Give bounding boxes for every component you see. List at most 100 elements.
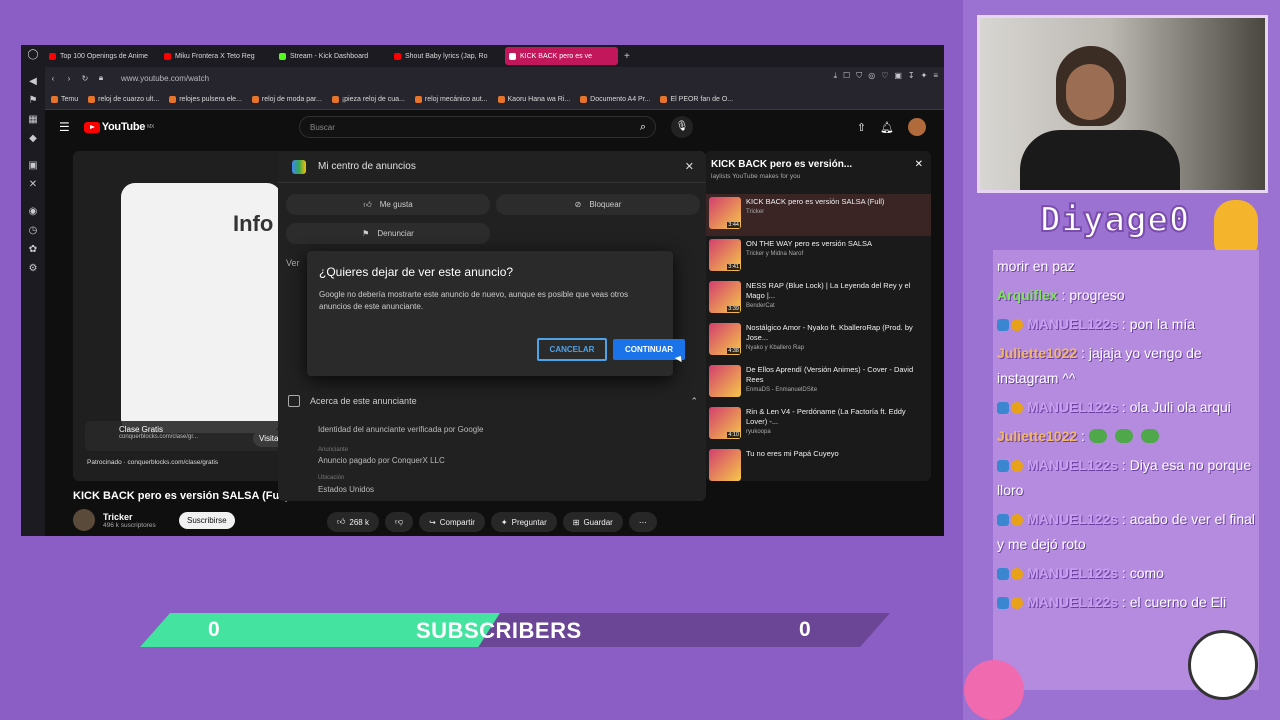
back-button-icon[interactable]: ‹ — [45, 74, 61, 83]
chat-username[interactable]: MANUEL122s — [1027, 316, 1118, 332]
reload-icon[interactable]: ↻ — [77, 74, 93, 83]
search-input[interactable]: Buscar — [299, 116, 656, 138]
bookmark-label: reloj mecánico aut... — [424, 95, 488, 103]
block-ad-button[interactable]: ⊘ Bloquear — [496, 194, 700, 215]
settings-icon[interactable]: ⚙ — [21, 259, 45, 278]
sponsored-label: Patrocinado · conquerblocks.com/clase/gr… — [87, 459, 219, 466]
chat-username[interactable]: MANUEL122s — [1027, 457, 1118, 473]
save-button[interactable]: ⊞ Guardar — [562, 512, 623, 532]
playlist-item[interactable]: 3:44 KICK BACK pero es versión SALSA (Ful… — [705, 194, 931, 236]
menu-icon[interactable]: ≡ — [933, 71, 938, 81]
duration-badge: 3:41 — [727, 264, 740, 270]
playlist-item[interactable]: Tu no eres mi Papá Cuyeyo — [705, 446, 931, 481]
subscribe-button[interactable]: Suscribirse — [179, 512, 235, 529]
location-label: Ubicación — [318, 475, 345, 481]
playlist-item-title: KICK BACK pero es versión SALSA (Full) — [746, 197, 885, 206]
ai-icon[interactable]: ✦ — [921, 71, 928, 81]
bell-icon[interactable]: 🔔︎ — [880, 121, 894, 134]
bookmark-item[interactable]: El PEOR fan de O... — [660, 95, 733, 103]
dislike-button[interactable]: 👎︎ — [384, 512, 414, 532]
menu-icon[interactable]: ☰ — [59, 120, 70, 134]
chat-username[interactable]: MANUEL122s — [1027, 594, 1118, 610]
finn-icon — [1188, 630, 1258, 700]
mic-icon[interactable]: 🎙︎ — [671, 116, 693, 138]
bookmark-item[interactable]: reloj de moda par... — [251, 95, 322, 103]
tab-3[interactable]: Shout Baby lyrics (Jap, Ro — [390, 47, 503, 65]
more-button[interactable]: ⋯ — [628, 512, 657, 532]
like-button[interactable]: 👍︎ 268 k — [327, 512, 379, 532]
coin-badge-icon — [1011, 597, 1023, 609]
chat-username[interactable]: MANUEL122s — [1027, 511, 1118, 527]
more-icon: ⋯ — [638, 517, 647, 527]
playlist-item[interactable]: 3:39 NESS RAP (Blue Lock) | La Leyenda de… — [705, 278, 931, 320]
webcam-face — [1066, 64, 1114, 120]
new-tab-icon[interactable]: + — [624, 51, 630, 62]
tab-1[interactable]: Miku Frontera X Teto Reg — [160, 47, 273, 65]
history-icon[interactable]: ◷ — [21, 221, 45, 240]
workspace-icon[interactable]: ▦ — [21, 110, 45, 129]
avatar[interactable] — [908, 118, 926, 136]
channel-avatar[interactable] — [73, 509, 95, 531]
profile-icon[interactable]: ▣ — [894, 71, 902, 81]
upload-icon[interactable]: ⇧ — [857, 121, 866, 134]
ask-button[interactable]: ✦ Preguntar — [490, 512, 557, 532]
bookmark-item[interactable]: reloj de cuarzo ult... — [88, 95, 159, 103]
pepe-emote-icon — [1140, 429, 1159, 443]
chat-username[interactable]: Arquiflex — [997, 287, 1058, 303]
playlist-item[interactable]: 4:38 Nostálgico Amor - Nyako ft. Kballero… — [705, 320, 931, 362]
sponsored-url[interactable]: conquerblocks.com/clase/gratis — [127, 459, 218, 466]
playlist-item[interactable]: De Ellos Aprendí (Versión Animes) - Cove… — [705, 362, 931, 404]
bookmark-item[interactable]: Temu — [51, 95, 78, 103]
channel-name[interactable]: Tricker — [103, 512, 156, 522]
dialog-body: Google no debería mostrarte este anuncio… — [319, 290, 629, 311]
share-button[interactable]: ↪ Compartir — [419, 512, 485, 532]
close-icon[interactable]: ✕ — [685, 160, 694, 173]
snapshot-icon[interactable]: ⤓ — [833, 71, 837, 81]
download-icon[interactable]: ↧ — [908, 71, 915, 81]
close-icon[interactable]: ✕ — [915, 159, 923, 170]
lock-icon: 🔒︎ — [98, 73, 104, 82]
extensions-icon[interactable]: ✿ — [21, 240, 45, 259]
player-icon[interactable]: ◉ — [21, 202, 45, 221]
chat-username[interactable]: MANUEL122s — [1027, 399, 1118, 415]
bookmark-item[interactable]: Documento A4 Pr... — [580, 95, 650, 103]
playlist-item[interactable]: 3:41 ON THE WAY pero es versión SALSA Tric… — [705, 236, 931, 278]
tab-2[interactable]: Stream - Kick Dashboard — [275, 47, 388, 65]
youtube-logo[interactable]: YouTube MX — [83, 121, 154, 133]
about-advertiser-section[interactable]: Acerca de este anunciante ⌃ — [288, 395, 698, 407]
tab-label: Stream - Kick Dashboard — [290, 52, 369, 60]
bookmark-icon[interactable]: ☐ — [843, 71, 850, 81]
bookmark-item[interactable]: reloj mecánico aut... — [414, 95, 488, 103]
shield-icon[interactable]: ⛉ — [856, 71, 862, 81]
like-ad-button[interactable]: 👍︎ Me gusta — [286, 194, 490, 215]
video-title: KICK BACK pero es versión SALSA (Full) — [73, 490, 289, 502]
bookmark-favicon-icon — [580, 95, 588, 103]
playlist-item-channel: BenderCat — [746, 303, 775, 309]
tab-4[interactable]: KICK BACK pero es ve — [505, 47, 618, 65]
flag-icon: ⚑ — [362, 229, 370, 238]
opera-logo-icon[interactable]: ◯ — [21, 45, 45, 64]
chat-username[interactable]: Juliette1022 — [997, 428, 1077, 444]
chat-message: Juliette1022 : — [997, 424, 1255, 449]
report-ad-button[interactable]: ⚑ Denunciar — [286, 223, 490, 244]
heart-icon[interactable]: ♡ — [881, 71, 888, 81]
search-icon[interactable]: ⌕ — [629, 116, 657, 138]
aria-icon[interactable]: ⚑ — [21, 91, 45, 110]
url-field[interactable]: www.youtube.com/watch — [121, 74, 209, 83]
chat-username[interactable]: MANUEL122s — [1027, 565, 1118, 581]
tab-0[interactable]: Top 100 Openings de Anime — [45, 47, 158, 65]
subscriber-badge-icon — [997, 402, 1009, 414]
playlist-item[interactable]: 4:10 Rin & Len V4 - Perdóname (La Factorí… — [705, 404, 931, 446]
x-icon[interactable]: ✕ — [21, 175, 45, 194]
bookmark-item[interactable]: Kaoru Hana wa Ri... — [497, 95, 570, 103]
chat-username[interactable]: Juliette1022 — [997, 345, 1077, 361]
cancel-button[interactable]: CANCELAR — [537, 338, 607, 361]
back-icon[interactable]: ◀ — [21, 72, 45, 91]
camera-icon[interactable]: ◎ — [868, 71, 875, 81]
messenger-icon[interactable]: ◆ — [21, 129, 45, 148]
save-label: Guardar — [583, 517, 613, 527]
twitch-icon[interactable]: ▣ — [21, 156, 45, 175]
forward-button-icon[interactable]: › — [61, 74, 77, 83]
bookmark-item[interactable]: relojes pulsera ele... — [169, 95, 242, 103]
bookmark-item[interactable]: ¡pieza reloj de cua... — [331, 95, 405, 103]
